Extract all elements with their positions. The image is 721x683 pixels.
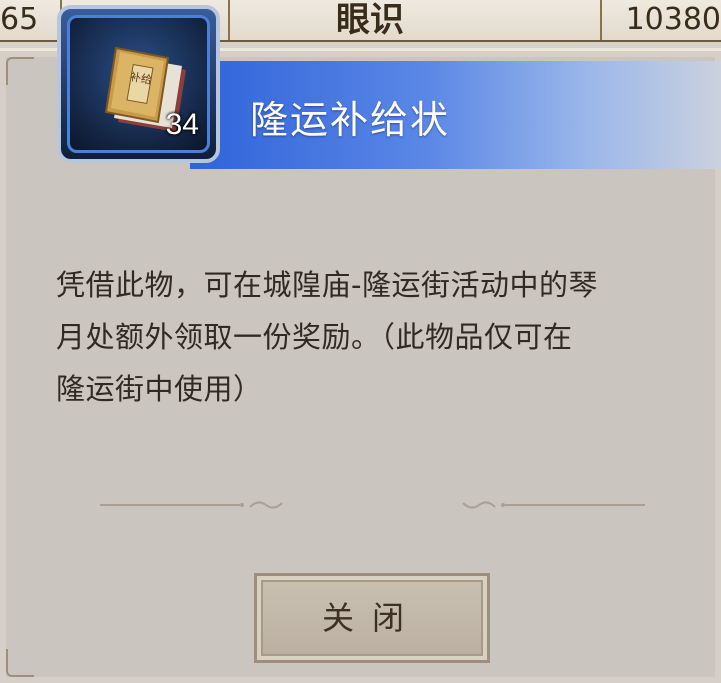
background-divider — [600, 0, 602, 40]
item-count: 34 — [165, 108, 199, 141]
swirl-ornament-icon — [240, 501, 283, 509]
ornament-divider-right — [455, 499, 645, 511]
item-icon-frame: 补给 34 — [57, 5, 220, 163]
description-line: 月处额外领取一份奖励。（此物品仅可在 — [56, 320, 573, 354]
item-name: 隆运补给状 — [250, 98, 451, 142]
close-button[interactable]: 关闭 — [254, 573, 490, 663]
swirl-ornament-icon — [462, 501, 505, 509]
description-line: 隆运街中使用） — [56, 372, 263, 406]
corner-ornament — [6, 57, 34, 85]
description-line: 凭借此物，可在城隍庙-隆运街活动中的琴 — [56, 268, 598, 302]
background-rank-text: 65 — [0, 2, 39, 37]
ornament-divider-left — [100, 499, 290, 511]
item-description: 凭借此物，可在城隍庙-隆运街活动中的琴 月处额外领取一份奖励。（此物品仅可在 隆… — [56, 259, 676, 415]
background-name-text: 眼识 — [336, 0, 404, 40]
corner-ornament — [6, 649, 34, 677]
background-divider — [228, 0, 230, 40]
background-value-text: 10380 — [625, 2, 721, 37]
